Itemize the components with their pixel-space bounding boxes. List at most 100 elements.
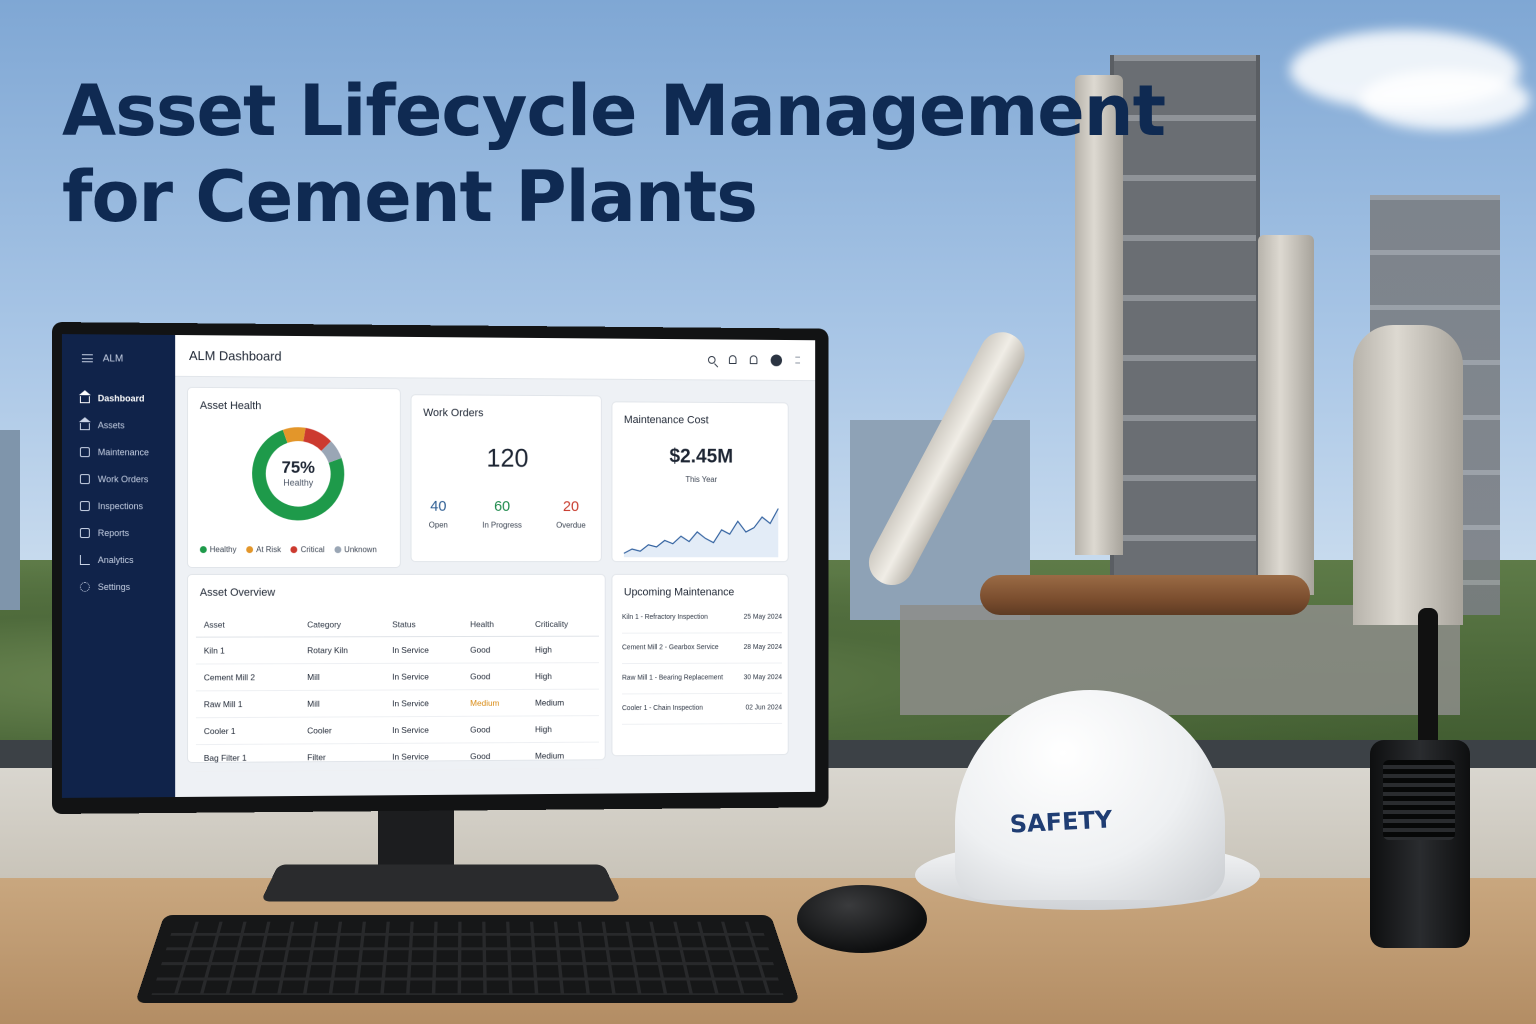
table-row[interactable]: Raw Mill 1 Mill In Service Medium Medium bbox=[196, 689, 599, 718]
work-orders-card[interactable]: Work Orders 120 40 Open 60 In Progress 2… bbox=[411, 394, 602, 562]
mouse bbox=[797, 885, 927, 953]
sparkline-area bbox=[624, 508, 778, 557]
maintenance-task: Raw Mill 1 - Bearing Replacement bbox=[622, 674, 723, 681]
list-item[interactable]: Cooler 1 - Chain Inspection 02 Jun 2024 bbox=[622, 704, 782, 724]
legend-item-critical: Critical bbox=[291, 545, 325, 554]
column-header-status[interactable]: Status bbox=[384, 612, 462, 636]
helmet-dome bbox=[955, 690, 1225, 900]
maintenance-cost-period: This Year bbox=[612, 475, 789, 484]
maintenance-task: Kiln 1 - Refractory Inspection bbox=[622, 614, 708, 621]
stat-value: 20 bbox=[556, 498, 586, 515]
user-avatar-icon[interactable] bbox=[771, 354, 782, 366]
maintenance-cost-value: $2.45M bbox=[612, 445, 789, 468]
hamburger-menu-icon[interactable] bbox=[82, 354, 93, 362]
wrench-icon bbox=[80, 447, 90, 457]
gear-icon bbox=[80, 581, 90, 591]
maintenance-task: Cooler 1 - Chain Inspection bbox=[622, 705, 703, 712]
column-header-health[interactable]: Health bbox=[462, 612, 527, 636]
table-row[interactable]: Bag Filter 1 Filter In Service Good Medi… bbox=[196, 742, 599, 771]
sidebar-item-settings[interactable]: Settings bbox=[62, 573, 175, 600]
maintenance-date: 28 May 2024 bbox=[744, 644, 782, 651]
checklist-icon bbox=[80, 501, 90, 511]
cell-category: Filter bbox=[299, 743, 384, 770]
bell-icon[interactable] bbox=[729, 355, 737, 364]
list-item[interactable]: Cement Mill 2 - Gearbox Service 28 May 2… bbox=[622, 644, 782, 664]
column-header-category[interactable]: Category bbox=[299, 612, 384, 636]
page-title: ALM Dashboard bbox=[189, 348, 282, 364]
distant-building bbox=[0, 430, 20, 610]
sidebar-item-label: Inspections bbox=[98, 501, 143, 511]
maintenance-task: Cement Mill 2 - Gearbox Service bbox=[622, 644, 719, 651]
main-content: ALM Dashboard Asset Health 75% Healthy H… bbox=[175, 335, 815, 797]
cost-sparkline bbox=[620, 504, 782, 557]
monitor: ALM Dashboard Assets Maintenance Work Or… bbox=[52, 322, 828, 814]
cell-criticality: High bbox=[527, 662, 599, 689]
table-row[interactable]: Kiln 1 Rotary Kiln In Service Good High bbox=[196, 636, 599, 664]
maintenance-date: 30 May 2024 bbox=[744, 674, 782, 681]
card-title: Asset Overview bbox=[200, 587, 275, 599]
cell-category: Rotary Kiln bbox=[299, 636, 384, 663]
sidebar-nav: Dashboard Assets Maintenance Work Orders… bbox=[62, 384, 175, 600]
silo bbox=[1258, 235, 1314, 595]
card-title: Asset Health bbox=[200, 400, 261, 412]
cell-criticality: Medium bbox=[527, 689, 599, 716]
cell-asset: Raw Mill 1 bbox=[196, 690, 299, 717]
sidebar-item-label: Dashboard bbox=[98, 393, 145, 403]
cell-criticality: High bbox=[527, 636, 599, 663]
legend-item-unknown: Unknown bbox=[334, 545, 376, 554]
house-icon bbox=[80, 396, 90, 403]
legend-item-healthy: Healthy bbox=[200, 545, 237, 554]
sidebar-item-maintenance[interactable]: Maintenance bbox=[62, 438, 175, 465]
more-icon[interactable] bbox=[795, 357, 800, 364]
work-order-stats: 40 Open 60 In Progress 20 Overdue bbox=[412, 498, 603, 530]
sidebar-item-label: Reports bbox=[98, 528, 129, 538]
radio-antenna bbox=[1418, 608, 1438, 748]
stat-overdue[interactable]: 20 Overdue bbox=[556, 498, 586, 529]
chart-icon bbox=[80, 555, 90, 565]
sidebar-item-label: Analytics bbox=[98, 555, 134, 565]
cell-category: Mill bbox=[299, 690, 384, 717]
notification-icon[interactable] bbox=[750, 355, 758, 364]
stat-in-progress[interactable]: 60 In Progress bbox=[482, 498, 522, 530]
maintenance-date: 25 May 2024 bbox=[744, 614, 782, 621]
donut-center: 75% Healthy bbox=[249, 458, 347, 488]
cell-status: In Service bbox=[384, 663, 462, 690]
health-caption: Healthy bbox=[249, 478, 347, 488]
headline: Asset Lifecycle Management for Cement Pl… bbox=[62, 68, 1062, 240]
cell-asset: Cement Mill 2 bbox=[196, 663, 299, 690]
headline-line-2: for Cement Plants bbox=[62, 154, 1062, 240]
list-item[interactable]: Kiln 1 - Refractory Inspection 25 May 20… bbox=[622, 614, 782, 634]
topbar: ALM Dashboard bbox=[175, 335, 815, 381]
cell-status: In Service bbox=[384, 636, 462, 663]
column-header-criticality[interactable]: Criticality bbox=[527, 612, 599, 636]
card-title: Work Orders bbox=[423, 407, 483, 419]
sidebar-item-analytics[interactable]: Analytics bbox=[62, 546, 175, 573]
cell-criticality: High bbox=[527, 715, 599, 742]
safety-helmet: SAFETY bbox=[915, 690, 1260, 925]
sidebar-item-reports[interactable]: Reports bbox=[62, 519, 175, 546]
search-icon[interactable] bbox=[708, 355, 716, 363]
sidebar-item-label: Maintenance bbox=[98, 447, 149, 457]
column-header-asset[interactable]: Asset bbox=[196, 613, 299, 637]
maintenance-cost-card[interactable]: Maintenance Cost $2.45M This Year bbox=[611, 401, 788, 562]
cell-health: Good bbox=[462, 662, 527, 689]
asset-health-card: Asset Health 75% Healthy Healthy At Risk… bbox=[187, 387, 401, 568]
cloud bbox=[1360, 70, 1530, 130]
stat-label: In Progress bbox=[482, 521, 522, 530]
cell-asset: Cooler 1 bbox=[196, 717, 299, 744]
sidebar-item-assets[interactable]: Assets bbox=[62, 411, 175, 439]
cell-status: In Service bbox=[384, 742, 462, 769]
screen: ALM Dashboard Assets Maintenance Work Or… bbox=[62, 334, 815, 798]
sidebar-item-label: Work Orders bbox=[98, 474, 148, 484]
sidebar-item-inspections[interactable]: Inspections bbox=[62, 492, 175, 519]
table-row[interactable]: Cooler 1 Cooler In Service Good High bbox=[196, 715, 599, 744]
rotary-kiln bbox=[980, 575, 1310, 615]
stat-open[interactable]: 40 Open bbox=[429, 498, 448, 530]
sidebar-item-work-orders[interactable]: Work Orders bbox=[62, 465, 175, 492]
table-row[interactable]: Cement Mill 2 Mill In Service Good High bbox=[196, 662, 599, 690]
list-item[interactable]: Raw Mill 1 - Bearing Replacement 30 May … bbox=[622, 674, 782, 694]
cell-health: Good bbox=[462, 636, 527, 663]
legend-item-at-risk: At Risk bbox=[246, 545, 281, 554]
sidebar-item-dashboard[interactable]: Dashboard bbox=[62, 384, 175, 412]
cell-category: Mill bbox=[299, 663, 384, 690]
